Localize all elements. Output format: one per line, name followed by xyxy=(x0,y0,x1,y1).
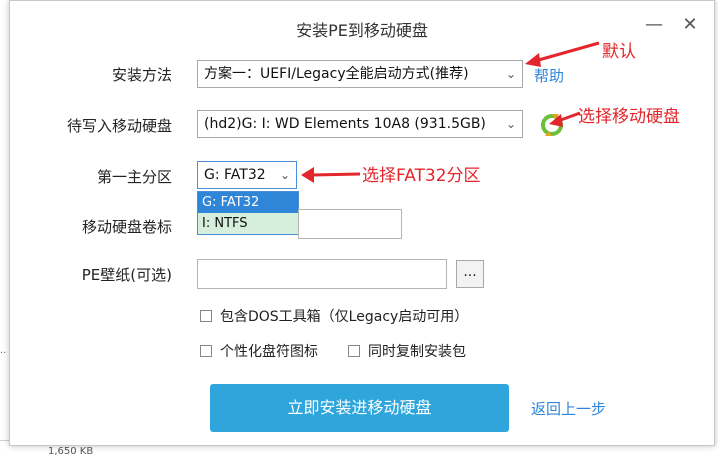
arrow-default-icon xyxy=(525,41,600,67)
copy-installer-checkbox[interactable] xyxy=(348,345,360,357)
install-pe-dialog: 安装PE到移动硬盘 — ✕ 安装方法 方案一：UEFI/Legacy全能启动方式… xyxy=(9,0,715,446)
target-disk-select[interactable]: (hd2)G: I: WD Elements 10A8 (931.5GB) ⌄ xyxy=(197,110,523,138)
copy-installer-text: 同时复制安装包 xyxy=(368,344,466,360)
custom-icon-checkbox[interactable] xyxy=(200,345,212,357)
install-method-select[interactable]: 方案一：UEFI/Legacy全能启动方式(推荐) ⌄ xyxy=(197,60,523,88)
chevron-down-icon: ⌄ xyxy=(505,67,516,81)
disk-label-label: 移动硬盘卷标 xyxy=(81,218,172,236)
install-method-value: 方案一：UEFI/Legacy全能启动方式(推荐) xyxy=(204,66,469,82)
close-button[interactable]: ✕ xyxy=(680,15,700,35)
chevron-down-icon: ⌄ xyxy=(505,117,516,131)
install-button[interactable]: 立即安装进移动硬盘 xyxy=(210,384,509,432)
custom-icon-text: 个性化盘符图标 xyxy=(220,344,318,360)
arrow-partition-icon xyxy=(301,167,361,183)
annotation-select-disk: 选择移动硬盘 xyxy=(578,107,680,127)
disk-label-input[interactable] xyxy=(298,209,402,239)
annotation-select-partition: 选择FAT32分区 xyxy=(362,166,481,186)
partition-option-ntfs[interactable]: I: NTFS xyxy=(198,213,298,234)
background-size-label: 1,650 KB xyxy=(48,446,94,457)
back-link[interactable]: 返回上一步 xyxy=(531,398,606,419)
background-text: .. xyxy=(0,345,7,356)
wallpaper-input[interactable] xyxy=(197,259,447,289)
target-disk-label: 待写入移动硬盘 xyxy=(66,117,172,135)
partition-option-fat32[interactable]: G: FAT32 xyxy=(198,192,298,213)
primary-partition-value: G: FAT32 xyxy=(204,167,266,183)
annotation-default: 默认 xyxy=(602,42,636,62)
arrow-disk-icon xyxy=(549,111,581,127)
wallpaper-label: PE壁纸(可选) xyxy=(81,266,172,284)
primary-partition-select[interactable]: G: FAT32 ⌄ xyxy=(197,161,297,189)
dos-tools-checkbox[interactable] xyxy=(200,310,212,322)
dos-tools-text: 包含DOS工具箱（仅Legacy启动可用） xyxy=(220,309,469,325)
copy-installer-option[interactable]: 同时复制安装包 xyxy=(348,341,466,361)
dos-tools-option[interactable]: 包含DOS工具箱（仅Legacy启动可用） xyxy=(200,306,468,326)
minimize-button[interactable]: — xyxy=(644,15,664,35)
target-disk-value: (hd2)G: I: WD Elements 10A8 (931.5GB) xyxy=(204,116,486,132)
primary-partition-label: 第一主分区 xyxy=(96,168,172,186)
install-method-label: 安装方法 xyxy=(111,66,172,84)
chevron-down-icon: ⌄ xyxy=(279,168,290,182)
custom-icon-option[interactable]: 个性化盘符图标 xyxy=(200,341,318,361)
browse-button[interactable]: ... xyxy=(456,260,484,288)
partition-dropdown: G: FAT32 I: NTFS xyxy=(197,191,299,235)
